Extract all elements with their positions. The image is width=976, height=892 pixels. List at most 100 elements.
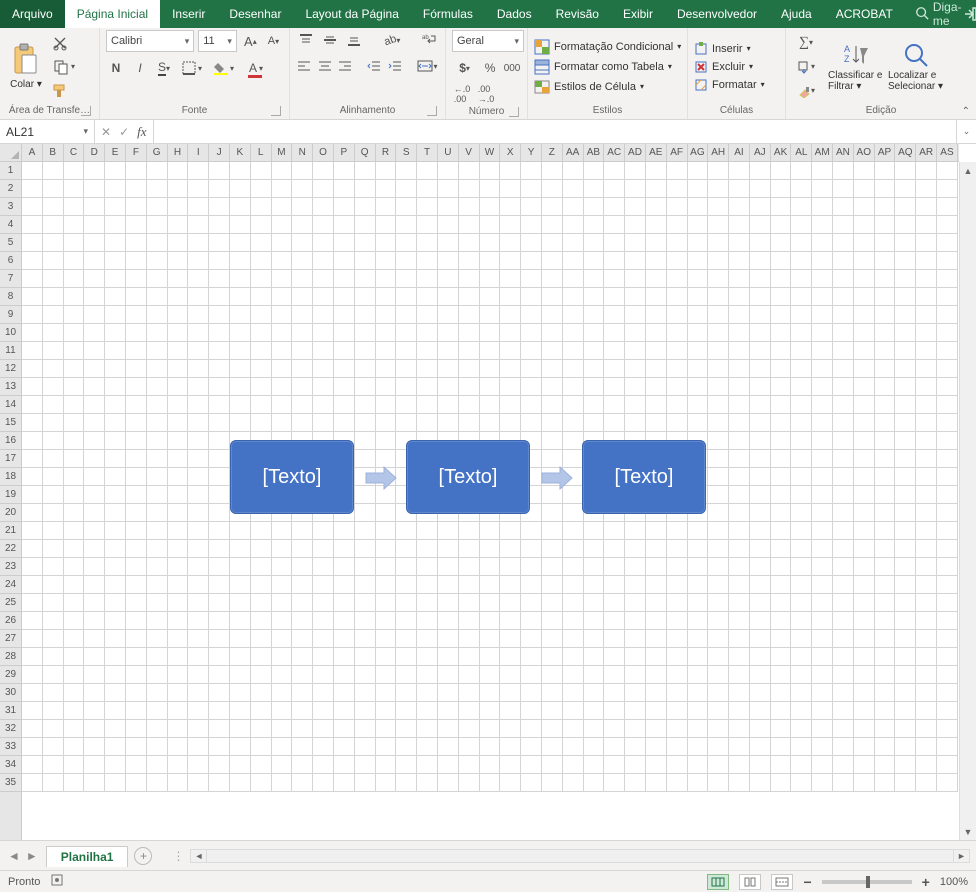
cell[interactable] bbox=[459, 162, 480, 180]
cell[interactable] bbox=[355, 216, 376, 234]
cell[interactable] bbox=[43, 666, 64, 684]
cell[interactable] bbox=[313, 648, 334, 666]
cell[interactable] bbox=[105, 306, 126, 324]
cell[interactable] bbox=[625, 306, 646, 324]
cell[interactable] bbox=[875, 306, 896, 324]
cell[interactable] bbox=[625, 702, 646, 720]
cell[interactable] bbox=[355, 612, 376, 630]
cell[interactable] bbox=[937, 234, 958, 252]
cell[interactable] bbox=[667, 630, 688, 648]
row-header[interactable]: 17 bbox=[0, 450, 21, 468]
cell[interactable] bbox=[584, 288, 605, 306]
cell[interactable] bbox=[708, 342, 729, 360]
cell[interactable] bbox=[43, 612, 64, 630]
wrap-text-button[interactable]: ab bbox=[419, 30, 439, 50]
cell[interactable] bbox=[812, 702, 833, 720]
cell[interactable] bbox=[688, 756, 709, 774]
cell[interactable] bbox=[84, 540, 105, 558]
cell[interactable] bbox=[480, 270, 501, 288]
cell[interactable] bbox=[584, 162, 605, 180]
cell[interactable] bbox=[500, 378, 521, 396]
cell[interactable] bbox=[895, 216, 916, 234]
tab-ajuda[interactable]: Ajuda bbox=[769, 0, 824, 28]
cell[interactable] bbox=[22, 738, 43, 756]
cell[interactable] bbox=[521, 612, 542, 630]
cell[interactable] bbox=[105, 522, 126, 540]
cell[interactable] bbox=[126, 594, 147, 612]
cell[interactable] bbox=[771, 468, 792, 486]
column-header[interactable]: AQ bbox=[895, 144, 916, 161]
cell[interactable] bbox=[833, 180, 854, 198]
column-headers[interactable]: ABCDEFGHIJKLMNOPQRSTUVWXYZAAABACADAEAFAG… bbox=[22, 144, 959, 162]
cell[interactable] bbox=[729, 684, 750, 702]
cell[interactable] bbox=[688, 360, 709, 378]
cell[interactable] bbox=[105, 216, 126, 234]
cell[interactable] bbox=[355, 702, 376, 720]
cell[interactable] bbox=[584, 414, 605, 432]
cell[interactable] bbox=[84, 432, 105, 450]
number-format-combo[interactable]: Geral▾ bbox=[452, 30, 524, 52]
cell[interactable] bbox=[417, 360, 438, 378]
cell[interactable] bbox=[417, 666, 438, 684]
cell[interactable] bbox=[688, 702, 709, 720]
column-header[interactable]: O bbox=[313, 144, 334, 161]
align-top-button[interactable] bbox=[296, 30, 316, 50]
cell[interactable] bbox=[459, 612, 480, 630]
cell[interactable] bbox=[584, 360, 605, 378]
cell[interactable] bbox=[147, 756, 168, 774]
cell[interactable] bbox=[188, 396, 209, 414]
cell[interactable] bbox=[895, 306, 916, 324]
cell[interactable] bbox=[791, 720, 812, 738]
cell[interactable] bbox=[147, 468, 168, 486]
cell[interactable] bbox=[209, 720, 230, 738]
cell[interactable] bbox=[188, 648, 209, 666]
cell[interactable] bbox=[812, 774, 833, 792]
row-header[interactable]: 27 bbox=[0, 630, 21, 648]
cell[interactable] bbox=[417, 198, 438, 216]
cell[interactable] bbox=[334, 306, 355, 324]
cell[interactable] bbox=[272, 648, 293, 666]
cell[interactable] bbox=[126, 468, 147, 486]
cell[interactable] bbox=[209, 522, 230, 540]
cell[interactable] bbox=[105, 774, 126, 792]
format-cells-button[interactable]: Formatar ▾ bbox=[694, 78, 765, 92]
cell[interactable] bbox=[916, 342, 937, 360]
cell[interactable] bbox=[126, 558, 147, 576]
cell[interactable] bbox=[771, 396, 792, 414]
cell[interactable] bbox=[646, 540, 667, 558]
cell[interactable] bbox=[563, 198, 584, 216]
cell[interactable] bbox=[937, 756, 958, 774]
cell[interactable] bbox=[563, 522, 584, 540]
cell[interactable] bbox=[188, 342, 209, 360]
formula-input[interactable] bbox=[154, 120, 956, 143]
cell[interactable] bbox=[812, 180, 833, 198]
cell[interactable] bbox=[854, 234, 875, 252]
cell[interactable] bbox=[563, 342, 584, 360]
cell[interactable] bbox=[521, 198, 542, 216]
cell[interactable] bbox=[916, 324, 937, 342]
cell[interactable] bbox=[625, 612, 646, 630]
number-launcher[interactable] bbox=[509, 107, 519, 117]
cell[interactable] bbox=[480, 720, 501, 738]
cell[interactable] bbox=[750, 360, 771, 378]
cell[interactable] bbox=[542, 684, 563, 702]
cell[interactable] bbox=[854, 180, 875, 198]
cell[interactable] bbox=[459, 774, 480, 792]
cell[interactable] bbox=[875, 576, 896, 594]
cell[interactable] bbox=[22, 414, 43, 432]
cell[interactable] bbox=[64, 432, 85, 450]
cell[interactable] bbox=[875, 738, 896, 756]
cell[interactable] bbox=[667, 756, 688, 774]
cell[interactable] bbox=[625, 216, 646, 234]
cell[interactable] bbox=[105, 648, 126, 666]
cell[interactable] bbox=[292, 216, 313, 234]
decrease-font-button[interactable]: A▾ bbox=[264, 31, 283, 51]
column-header[interactable]: AN bbox=[833, 144, 854, 161]
cell[interactable] bbox=[22, 252, 43, 270]
cell[interactable] bbox=[875, 180, 896, 198]
cell[interactable] bbox=[521, 756, 542, 774]
cell[interactable] bbox=[875, 540, 896, 558]
cell[interactable] bbox=[188, 288, 209, 306]
cell[interactable] bbox=[604, 756, 625, 774]
cell[interactable] bbox=[188, 720, 209, 738]
